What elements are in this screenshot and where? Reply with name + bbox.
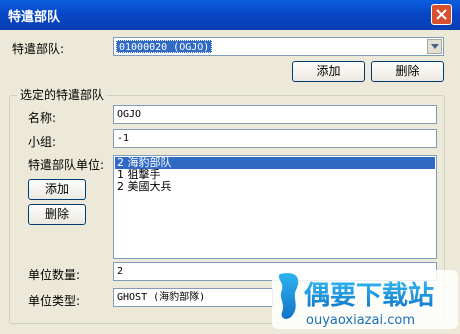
unit-type-label: 单位类型: <box>28 294 81 308</box>
task-force-dropdown[interactable]: 01000020 (OGJO) <box>113 37 444 56</box>
title-bar: 特遣部队 <box>0 0 460 30</box>
unit-type-field[interactable]: GHOST (海豹部隊) <box>113 288 273 307</box>
delete-unit-button[interactable]: 删除 <box>28 204 86 225</box>
unit-count-label: 单位数量: <box>28 268 81 282</box>
close-icon <box>436 9 447 20</box>
window-title: 特遣部队 <box>8 10 61 25</box>
name-label: 名称: <box>28 111 57 125</box>
dropdown-button[interactable] <box>427 39 442 54</box>
chevron-down-icon <box>431 44 439 49</box>
watermark-url: ouyaoxiazai.com <box>306 313 415 328</box>
list-item[interactable]: 2 美國大兵 <box>115 181 172 193</box>
add-unit-button[interactable]: 添加 <box>28 179 86 200</box>
task-force-label: 特遣部队: <box>12 42 65 56</box>
delete-task-force-button[interactable]: 删除 <box>371 61 444 82</box>
name-field[interactable]: OGJO <box>113 105 437 124</box>
watermark-brand: 偶要下载站 <box>304 281 434 311</box>
group-title: 选定的特遣部队 <box>17 86 108 103</box>
task-force-selected-value: 01000020 (OGJO) <box>116 40 213 53</box>
watermark: 偶要下载站 ouyaoxiazai.com <box>270 268 460 331</box>
unit-listbox[interactable]: 2 海豹部队 1 狙擊手 2 美國大兵 <box>113 155 437 259</box>
group-field[interactable]: -1 <box>113 129 437 148</box>
watermark-logo: 偶要下载站 ouyaoxiazai.com <box>272 270 458 329</box>
group-label: 小组: <box>28 135 57 149</box>
add-task-force-button[interactable]: 添加 <box>292 61 365 82</box>
close-button[interactable] <box>431 4 452 25</box>
units-label: 特遣部队单位: <box>28 158 105 172</box>
list-item[interactable]: 2 海豹部队 <box>115 157 435 169</box>
